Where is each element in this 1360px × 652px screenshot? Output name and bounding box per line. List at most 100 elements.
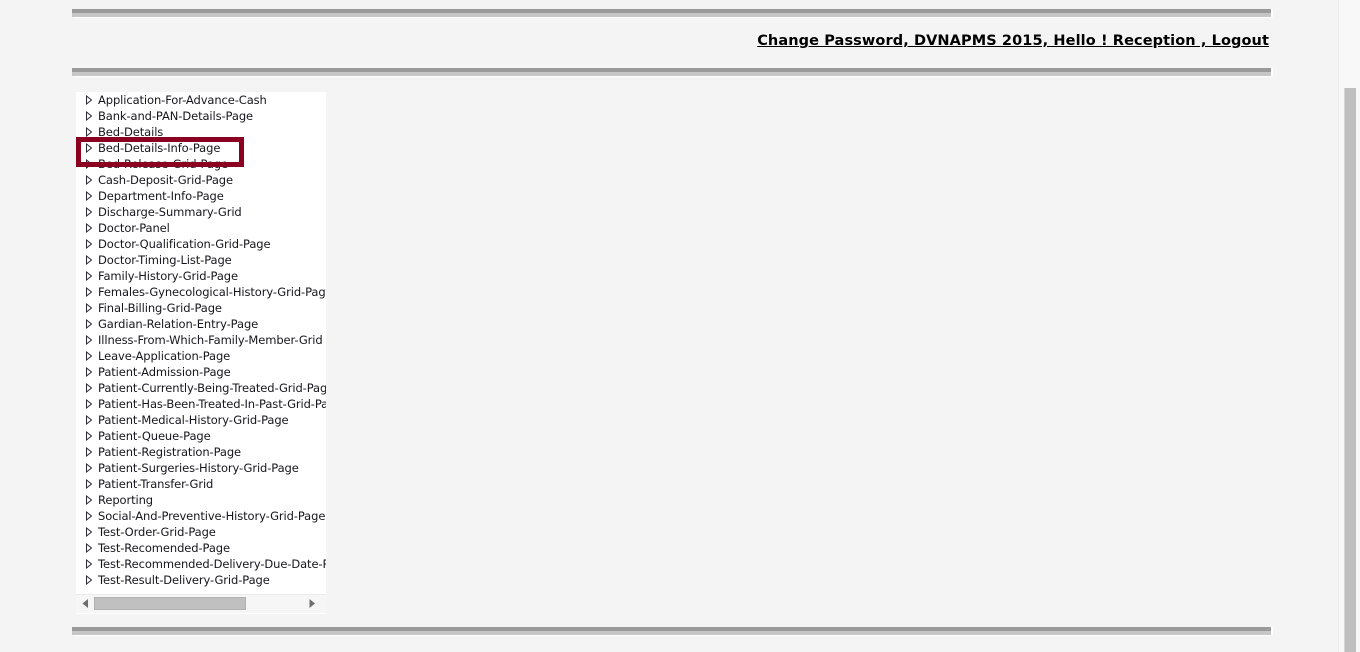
divider-middle: [72, 68, 1273, 76]
tree-item-label: Bank-and-PAN-Details-Page: [98, 109, 253, 123]
tree-item-label: Cash-Deposit-Grid-Page: [98, 173, 233, 187]
tree-item[interactable]: Patient-Transfer-Grid: [76, 476, 326, 492]
tree-item[interactable]: Test-Recommended-Delivery-Due-Date-Page: [76, 556, 326, 572]
tree-item[interactable]: Bed-Release-Grid-Page: [76, 156, 326, 172]
expand-triangle-icon[interactable]: [84, 572, 98, 588]
tree-item[interactable]: Department-Info-Page: [76, 188, 326, 204]
tree-item-label: Social-And-Preventive-History-Grid-Page: [98, 509, 326, 523]
tree-item-label: Test-Recommended-Delivery-Due-Date-Page: [98, 557, 326, 571]
tree-item[interactable]: Application-For-Advance-Cash: [76, 92, 326, 108]
tree-item[interactable]: Doctor-Panel: [76, 220, 326, 236]
tree-item-label: Patient-Transfer-Grid: [98, 477, 214, 491]
tree-item[interactable]: Illness-From-Which-Family-Member-Grid: [76, 332, 326, 348]
tree-item-label: Reporting: [98, 493, 154, 507]
tree-item[interactable]: Final-Billing-Grid-Page: [76, 300, 326, 316]
account-links[interactable]: Change Password, DVNAPMS 2015, Hello ! R…: [757, 33, 1271, 49]
tree-item[interactable]: Patient-Has-Been-Treated-In-Past-Grid-Pa…: [76, 396, 326, 412]
tree-item-label: Bed-Details: [98, 125, 164, 139]
expand-triangle-icon[interactable]: [84, 268, 98, 284]
horizontal-scrollbar[interactable]: [76, 594, 326, 613]
expand-triangle-icon[interactable]: [84, 172, 98, 188]
expand-triangle-icon[interactable]: [84, 444, 98, 460]
tree-item[interactable]: Patient-Currently-Being-Treated-Grid-Pag…: [76, 380, 326, 396]
scroll-left-arrow-icon[interactable]: [77, 595, 94, 612]
tree-item-label: Test-Order-Grid-Page: [98, 525, 216, 539]
vertical-scroll-thumb[interactable]: [1344, 88, 1356, 652]
tree-item-label: Discharge-Summary-Grid: [98, 205, 242, 219]
tree-item[interactable]: Doctor-Timing-List-Page: [76, 252, 326, 268]
tree-item-label: Doctor-Qualification-Grid-Page: [98, 237, 271, 251]
expand-triangle-icon[interactable]: [84, 540, 98, 556]
tree-item[interactable]: Females-Gynecological-History-Grid-Page: [76, 284, 326, 300]
tree-item[interactable]: Patient-Surgeries-History-Grid-Page: [76, 460, 326, 476]
horizontal-scroll-track[interactable]: [94, 597, 302, 610]
expand-triangle-icon[interactable]: [84, 492, 98, 508]
expand-triangle-icon[interactable]: [84, 236, 98, 252]
expand-triangle-icon[interactable]: [84, 428, 98, 444]
page-tree-list[interactable]: Application-For-Advance-Cash Bank-and-PAN…: [76, 92, 326, 592]
tree-item-label: Department-Info-Page: [98, 189, 224, 203]
expand-triangle-icon[interactable]: [84, 300, 98, 316]
tree-item-label: Doctor-Panel: [98, 221, 170, 235]
expand-triangle-icon[interactable]: [84, 476, 98, 492]
expand-triangle-icon[interactable]: [84, 284, 98, 300]
page-canvas: Change Password, DVNAPMS 2015, Hello ! R…: [0, 0, 1338, 652]
tree-item-label: Patient-Registration-Page: [98, 445, 242, 459]
tree-item[interactable]: Patient-Registration-Page: [76, 444, 326, 460]
expand-triangle-icon[interactable]: [84, 380, 98, 396]
tree-item[interactable]: Patient-Admission-Page: [76, 364, 326, 380]
tree-item-label: Test-Recomended-Page: [98, 541, 230, 555]
tree-item[interactable]: Test-Result-Delivery-Grid-Page: [76, 572, 326, 588]
tree-item[interactable]: Discharge-Summary-Grid: [76, 204, 326, 220]
page-tree-panel[interactable]: Application-For-Advance-Cash Bank-and-PAN…: [76, 92, 326, 614]
expand-triangle-icon[interactable]: [84, 332, 98, 348]
tree-item[interactable]: Patient-Queue-Page: [76, 428, 326, 444]
tree-item[interactable]: Social-And-Preventive-History-Grid-Page: [76, 508, 326, 524]
expand-triangle-icon[interactable]: [84, 556, 98, 572]
expand-triangle-icon[interactable]: [84, 140, 98, 156]
tree-item[interactable]: Gardian-Relation-Entry-Page: [76, 316, 326, 332]
expand-triangle-icon[interactable]: [84, 412, 98, 428]
tree-item[interactable]: Bed-Details: [76, 124, 326, 140]
horizontal-scroll-thumb[interactable]: [94, 597, 246, 610]
expand-triangle-icon[interactable]: [84, 364, 98, 380]
tree-item-label: Test-Result-Delivery-Grid-Page: [98, 573, 270, 587]
tree-item-label: Application-For-Advance-Cash: [98, 93, 267, 107]
tree-item[interactable]: Patient-Medical-History-Grid-Page: [76, 412, 326, 428]
tree-item-label: Patient-Admission-Page: [98, 365, 231, 379]
expand-triangle-icon[interactable]: [84, 124, 98, 140]
tree-item[interactable]: Bank-and-PAN-Details-Page: [76, 108, 326, 124]
expand-triangle-icon[interactable]: [84, 524, 98, 540]
expand-triangle-icon[interactable]: [84, 316, 98, 332]
expand-triangle-icon[interactable]: [84, 348, 98, 364]
expand-triangle-icon[interactable]: [84, 508, 98, 524]
tree-item[interactable]: Test-Recomended-Page: [76, 540, 326, 556]
tree-item-label: Patient-Queue-Page: [98, 429, 211, 443]
expand-triangle-icon[interactable]: [84, 220, 98, 236]
tree-item-label: Patient-Surgeries-History-Grid-Page: [98, 461, 299, 475]
expand-triangle-icon[interactable]: [84, 396, 98, 412]
browser-vertical-scrollbar[interactable]: [1338, 0, 1360, 652]
tree-item[interactable]: Cash-Deposit-Grid-Page: [76, 172, 326, 188]
tree-item[interactable]: Leave-Application-Page: [76, 348, 326, 364]
expand-triangle-icon[interactable]: [84, 156, 98, 172]
tree-item[interactable]: Family-History-Grid-Page: [76, 268, 326, 284]
expand-triangle-icon[interactable]: [84, 252, 98, 268]
tree-item-label: Gardian-Relation-Entry-Page: [98, 317, 259, 331]
expand-triangle-icon[interactable]: [84, 460, 98, 476]
tree-item-label: Patient-Currently-Being-Treated-Grid-Pag…: [98, 381, 326, 395]
tree-item[interactable]: Test-Order-Grid-Page: [76, 524, 326, 540]
divider-top: [72, 9, 1273, 17]
scroll-right-arrow-icon[interactable]: [303, 595, 320, 612]
expand-triangle-icon[interactable]: [84, 92, 98, 108]
expand-triangle-icon[interactable]: [84, 108, 98, 124]
header-bar: Change Password, DVNAPMS 2015, Hello ! R…: [72, 30, 1271, 56]
tree-item[interactable]: Doctor-Qualification-Grid-Page: [76, 236, 326, 252]
expand-triangle-icon[interactable]: [84, 204, 98, 220]
tree-item-label: Bed-Details-Info-Page: [98, 141, 221, 155]
tree-item-label: Illness-From-Which-Family-Member-Grid: [98, 333, 323, 347]
expand-triangle-icon[interactable]: [84, 188, 98, 204]
tree-item-label: Final-Billing-Grid-Page: [98, 301, 222, 315]
tree-item[interactable]: Reporting: [76, 492, 326, 508]
tree-item[interactable]: Bed-Details-Info-Page: [76, 140, 326, 156]
